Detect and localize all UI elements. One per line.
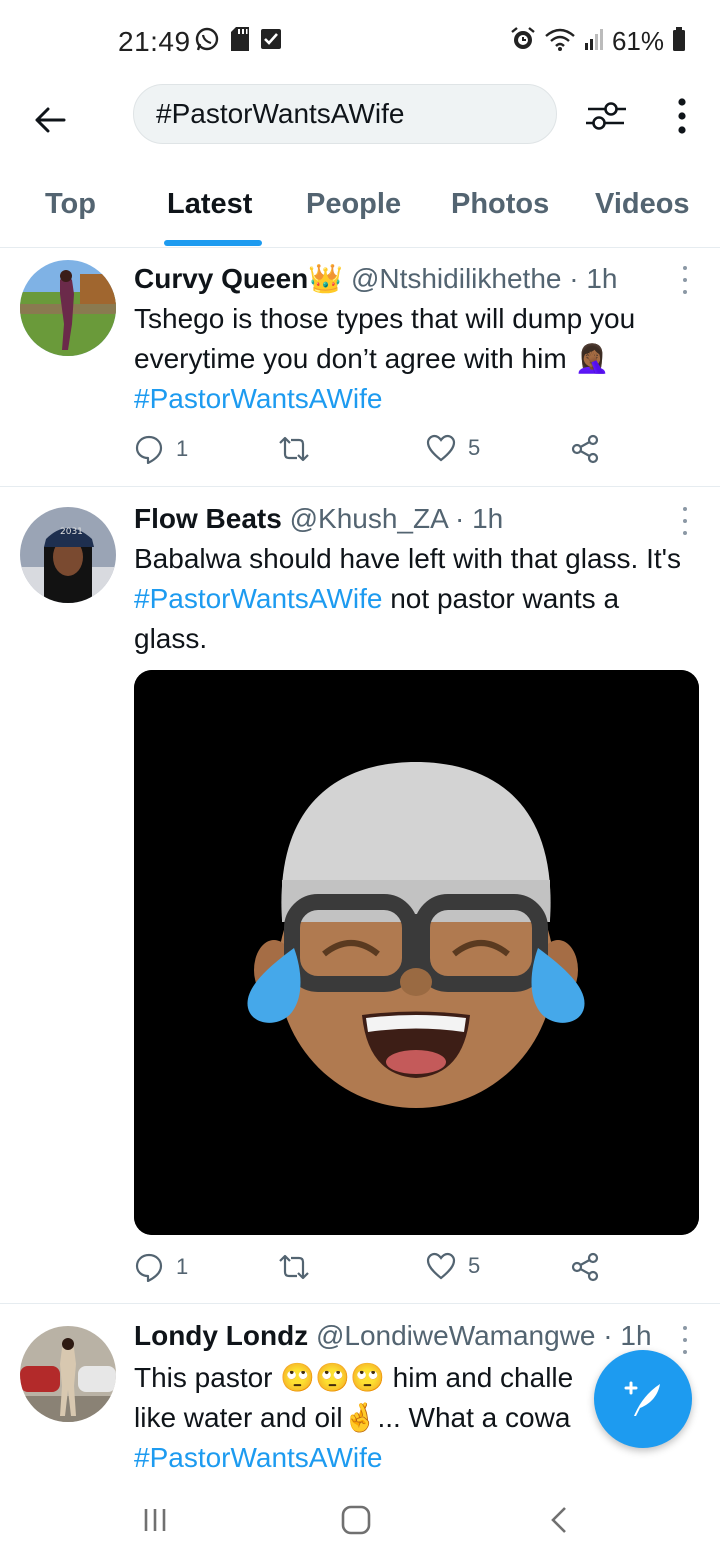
author-handle[interactable]: @LondiweWamangwe — [316, 1320, 596, 1351]
tab-photos[interactable]: Photos — [451, 188, 549, 221]
tweet-time: · 1h — [455, 503, 504, 534]
facepalm-emoji: 🤦🏾‍♀️ — [574, 343, 610, 374]
author-name[interactable]: Flow Beats — [134, 503, 282, 534]
tweet-body: Babalwa should have left with that glass… — [134, 543, 681, 574]
arrow-left-icon — [35, 107, 66, 133]
share-icon — [571, 434, 599, 464]
tweet-time: · 1h — [569, 263, 618, 294]
back-button[interactable] — [26, 96, 74, 144]
tweet-body: Tshego is those types that will dump you… — [134, 303, 636, 374]
avatar[interactable]: 2031 — [20, 507, 116, 603]
author-handle[interactable]: @Khush_ZA — [290, 503, 448, 534]
search-query: #PastorWantsAWife — [156, 98, 405, 129]
crown-emoji: 👑 — [308, 263, 344, 294]
system-navigation-bar — [0, 1480, 720, 1560]
reply-count: 1 — [176, 1254, 189, 1279]
back-nav-button[interactable] — [544, 1500, 574, 1540]
like-button[interactable]: 5 — [426, 1252, 480, 1280]
eye-roll-emoji: 🙄🙄🙄 — [280, 1362, 385, 1393]
share-button[interactable] — [570, 434, 600, 464]
like-count: 5 — [468, 1253, 481, 1278]
battery-percent: 61% — [611, 26, 664, 56]
reply-icon — [135, 435, 163, 464]
battery-icon — [672, 26, 686, 57]
tweet-body: This pastor — [134, 1362, 273, 1393]
tweet-body-line-2-end: ... What a cowa — [377, 1402, 571, 1433]
avatar[interactable] — [20, 260, 116, 356]
heart-icon — [426, 1252, 456, 1280]
home-icon — [341, 1505, 371, 1535]
tweet-time: · 1h — [603, 1320, 652, 1351]
tweet-actions: 1 5 — [134, 1252, 614, 1292]
tweet-options-button[interactable] — [680, 507, 690, 535]
tweet-options-button[interactable] — [680, 266, 690, 294]
sd-card-icon — [230, 26, 250, 57]
sliders-icon — [586, 102, 626, 130]
recent-apps-icon — [144, 1509, 166, 1531]
tab-videos[interactable]: Videos — [595, 188, 690, 221]
tweet-text: Tshego is those types that will dump you… — [134, 299, 694, 419]
search-input[interactable]: #PastorWantsAWife — [133, 84, 557, 144]
compose-tweet-button[interactable] — [594, 1350, 692, 1448]
tweet-options-button[interactable] — [680, 1326, 690, 1354]
overflow-menu-button[interactable] — [664, 92, 700, 140]
tweet-body-continued: him and challe — [392, 1362, 574, 1393]
tab-latest[interactable]: Latest — [167, 188, 252, 221]
search-tabs: Top Latest People Photos Videos — [0, 170, 720, 248]
svg-text:2031: 2031 — [60, 527, 83, 537]
tweet-actions: 1 5 — [134, 434, 614, 474]
reply-count: 1 — [176, 436, 189, 461]
retweet-button[interactable] — [277, 434, 311, 464]
tweet-card[interactable]: 2031 Flow Beats @Khush_ZA · 1h Babalwa s… — [0, 487, 720, 1304]
share-button[interactable] — [570, 1252, 600, 1282]
share-icon — [571, 1252, 599, 1282]
retweet-button[interactable] — [277, 1252, 311, 1282]
tweet-body-line-2: like water and oil — [134, 1402, 343, 1433]
status-bar: 21:49 61% — [0, 0, 720, 80]
reply-button[interactable]: 1 — [134, 1252, 188, 1282]
author-name[interactable]: Londy Londz — [134, 1320, 308, 1351]
laughing-memoji-image — [134, 670, 699, 1235]
hashtag-link[interactable]: #PastorWantsAWife — [134, 583, 382, 614]
more-vertical-icon — [678, 98, 686, 134]
author-name[interactable]: Curvy Queen — [134, 263, 308, 294]
retweet-icon — [279, 1254, 309, 1280]
status-time: 21:49 — [118, 26, 191, 57]
like-button[interactable]: 5 — [426, 434, 480, 462]
reply-button[interactable]: 1 — [134, 434, 188, 464]
chevron-left-icon — [551, 1507, 566, 1533]
search-filter-button[interactable] — [582, 92, 630, 140]
heart-icon — [426, 434, 456, 462]
home-button[interactable] — [338, 1500, 374, 1540]
task-check-icon — [260, 26, 282, 55]
hashtag-link[interactable]: #PastorWantsAWife — [134, 383, 382, 414]
wifi-icon — [544, 27, 576, 56]
active-tab-indicator — [164, 240, 262, 246]
tab-people[interactable]: People — [306, 188, 401, 221]
tweet-card[interactable]: Curvy Queen👑 @Ntshidilikhethe · 1h Tsheg… — [0, 248, 720, 487]
tweet-media-image[interactable] — [134, 670, 699, 1235]
like-count: 5 — [468, 435, 481, 460]
alarm-icon — [510, 26, 536, 57]
tab-top[interactable]: Top — [45, 188, 96, 221]
compose-feather-icon — [624, 1381, 660, 1416]
retweet-icon — [279, 436, 309, 462]
avatar[interactable] — [20, 1326, 116, 1422]
author-handle[interactable]: @Ntshidilikhethe — [351, 263, 562, 294]
signal-icon — [584, 27, 604, 56]
recent-apps-button[interactable] — [138, 1500, 172, 1540]
crossed-fingers-emoji: 🤞 — [342, 1402, 378, 1433]
hashtag-link[interactable]: #PastorWantsAWife — [134, 1442, 382, 1473]
tweet-text: Babalwa should have left with that glass… — [134, 539, 694, 659]
whatsapp-icon — [194, 26, 220, 57]
search-header: #PastorWantsAWife — [0, 80, 720, 170]
reply-icon — [135, 1253, 163, 1282]
